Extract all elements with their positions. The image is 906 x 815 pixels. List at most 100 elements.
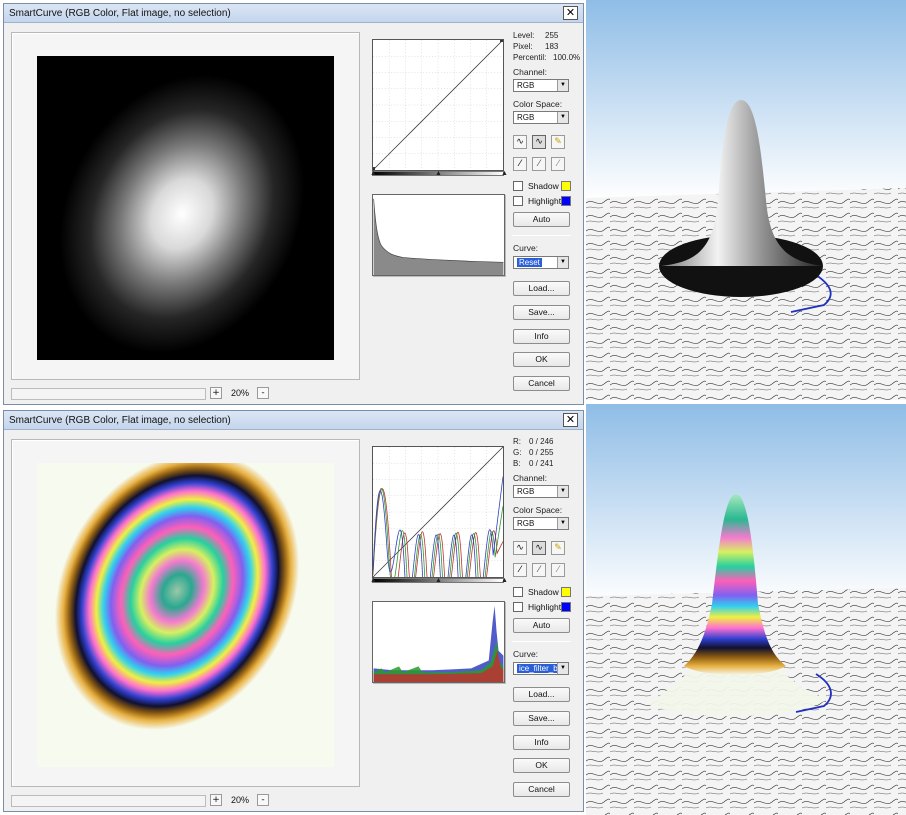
curve-line bbox=[373, 447, 503, 577]
image-preview-rainbow bbox=[37, 463, 334, 767]
cancel-button[interactable]: Cancel bbox=[513, 782, 570, 797]
close-button[interactable]: ✕ bbox=[563, 413, 578, 427]
auto-button[interactable]: Auto bbox=[513, 618, 570, 633]
shadow-checkbox[interactable] bbox=[513, 181, 523, 191]
dialog-titlebar[interactable]: SmartCurve (RGB Color, Flat image, no se… bbox=[4, 4, 583, 23]
dialog-titlebar[interactable]: SmartCurve (RGB Color, Flat image, no se… bbox=[4, 411, 583, 430]
highlight-checkbox[interactable] bbox=[513, 602, 523, 612]
divider bbox=[512, 641, 571, 642]
channel-select[interactable]: RGB ▼ bbox=[513, 79, 569, 92]
save-button[interactable]: Save... bbox=[513, 711, 570, 726]
channel-label: Channel: bbox=[513, 473, 548, 483]
eyedropper-white-icon[interactable]: ⁄ bbox=[551, 563, 565, 577]
channel-select[interactable]: RGB ▼ bbox=[513, 485, 569, 498]
info-row-blue: B: 0 / 241 bbox=[513, 459, 553, 468]
zoom-out-button[interactable]: - bbox=[257, 387, 269, 399]
curve-label: Curve: bbox=[513, 243, 539, 253]
color-space-select[interactable]: RGB ▼ bbox=[513, 111, 569, 124]
curve-value: Reset bbox=[517, 258, 542, 267]
curve-select[interactable]: ice_filter_be ▼ bbox=[513, 662, 569, 675]
auto-button[interactable]: Auto bbox=[513, 212, 570, 227]
color-space-select[interactable]: RGB ▼ bbox=[513, 517, 569, 530]
info-row-red: R: 0 / 246 bbox=[513, 437, 553, 446]
shadow-color-swatch[interactable] bbox=[561, 587, 571, 597]
zoom-in-button[interactable]: + bbox=[210, 794, 222, 806]
white-point-slider[interactable]: ▲ bbox=[501, 170, 508, 177]
curve-point bbox=[500, 40, 503, 42]
info-label: Level: bbox=[513, 31, 535, 40]
histogram-fill bbox=[373, 198, 504, 275]
horizontal-scrollbar[interactable] bbox=[11, 388, 206, 400]
chevron-down-icon: ▼ bbox=[557, 257, 568, 268]
histogram-outline bbox=[373, 198, 504, 263]
black-point-slider[interactable]: ▲ bbox=[370, 170, 377, 177]
curve-spline-icon[interactable]: ∿ bbox=[532, 135, 546, 149]
color-space-label: Color Space: bbox=[513, 505, 563, 515]
pencil-icon[interactable]: ✎ bbox=[551, 541, 565, 555]
info-value: 0 / 246 bbox=[529, 437, 554, 446]
smartcurve-dialog-color: SmartCurve (RGB Color, Flat image, no se… bbox=[3, 410, 584, 812]
3d-terrain-view-rainbow bbox=[586, 404, 906, 815]
image-preview-frame[interactable] bbox=[11, 32, 360, 380]
curve-label: Curve: bbox=[513, 649, 539, 659]
load-button[interactable]: Load... bbox=[513, 687, 570, 702]
highlight-color-swatch[interactable] bbox=[561, 602, 571, 612]
close-button[interactable]: ✕ bbox=[563, 6, 578, 20]
save-button[interactable]: Save... bbox=[513, 305, 570, 320]
shadow-label: Shadow bbox=[528, 181, 559, 191]
eyedropper-black-icon[interactable]: ⁄ bbox=[513, 157, 527, 171]
eyedropper-gray-icon[interactable]: ⁄ bbox=[532, 157, 546, 171]
info-value: 100.0% bbox=[553, 53, 581, 62]
zoom-level: 20% bbox=[230, 388, 249, 398]
3d-terrain-view-grayscale bbox=[586, 0, 906, 400]
ok-button[interactable]: OK bbox=[513, 352, 570, 367]
load-button[interactable]: Load... bbox=[513, 281, 570, 296]
divider bbox=[512, 235, 571, 236]
black-point-slider[interactable]: ▲ bbox=[370, 577, 377, 584]
info-row-level: Level: 255 bbox=[513, 31, 558, 40]
curve-editor[interactable] bbox=[372, 446, 504, 578]
highlight-color-swatch[interactable] bbox=[561, 196, 571, 206]
info-row-green: G: 0 / 255 bbox=[513, 448, 553, 457]
curve-spline-icon[interactable]: ∿ bbox=[532, 541, 546, 555]
chevron-down-icon: ▼ bbox=[557, 80, 568, 91]
eyedropper-white-icon[interactable]: ⁄ bbox=[551, 157, 565, 171]
info-label: G: bbox=[513, 448, 522, 457]
curve-select[interactable]: Reset ▼ bbox=[513, 256, 569, 269]
zoom-out-button[interactable]: - bbox=[257, 794, 269, 806]
highlight-checkbox[interactable] bbox=[513, 196, 523, 206]
cancel-button[interactable]: Cancel bbox=[513, 376, 570, 391]
horizontal-scrollbar[interactable] bbox=[11, 795, 206, 807]
info-button[interactable]: Info bbox=[513, 329, 570, 344]
gamma-slider[interactable]: ▲ bbox=[435, 577, 442, 584]
info-label: R: bbox=[513, 437, 521, 446]
info-row-pixel: Pixel: 183 bbox=[513, 42, 558, 51]
info-value: 0 / 255 bbox=[529, 448, 554, 457]
highlight-label: Highlight bbox=[528, 602, 562, 612]
chevron-down-icon: ▼ bbox=[557, 663, 568, 674]
ok-button[interactable]: OK bbox=[513, 758, 570, 773]
info-label: Percentil: bbox=[513, 53, 547, 62]
shadow-color-swatch[interactable] bbox=[561, 181, 571, 191]
channel-label: Channel: bbox=[513, 67, 548, 77]
image-preview-frame[interactable] bbox=[11, 439, 360, 787]
eyedropper-gray-icon[interactable]: ⁄ bbox=[532, 563, 546, 577]
info-value: 183 bbox=[545, 42, 559, 51]
zoom-in-button[interactable]: + bbox=[210, 387, 222, 399]
color-space-value: RGB bbox=[517, 113, 535, 122]
shadow-label: Shadow bbox=[528, 587, 559, 597]
pencil-icon[interactable]: ✎ bbox=[551, 135, 565, 149]
white-point-slider[interactable]: ▲ bbox=[501, 577, 508, 584]
shadow-checkbox[interactable] bbox=[513, 587, 523, 597]
curve-smooth-icon[interactable]: ∿ bbox=[513, 541, 527, 555]
eyedropper-black-icon[interactable]: ⁄ bbox=[513, 563, 527, 577]
gamma-slider[interactable]: ▲ bbox=[435, 170, 442, 177]
curve-editor[interactable] bbox=[372, 39, 504, 171]
info-value: 0 / 241 bbox=[529, 459, 554, 468]
color-space-value: RGB bbox=[517, 519, 535, 528]
info-button[interactable]: Info bbox=[513, 735, 570, 750]
chevron-down-icon: ▼ bbox=[557, 112, 568, 123]
screenshot-stage: SmartCurve (RGB Color, Flat image, no se… bbox=[0, 0, 906, 815]
channel-value: RGB bbox=[517, 81, 535, 90]
curve-smooth-icon[interactable]: ∿ bbox=[513, 135, 527, 149]
